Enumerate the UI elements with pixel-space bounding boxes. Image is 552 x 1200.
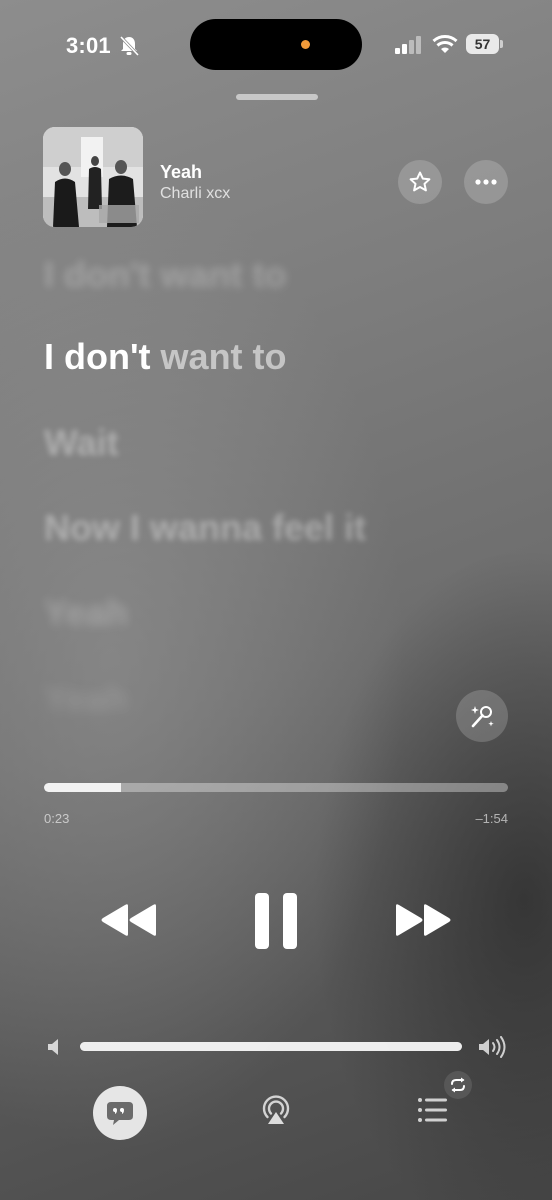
queue-list-icon[interactable] <box>417 1097 449 1123</box>
sing-along-button[interactable] <box>456 690 508 742</box>
more-options-button[interactable] <box>464 160 508 204</box>
lyric-line[interactable]: Yeah <box>44 592 128 634</box>
camera-indicator-dot <box>301 40 310 49</box>
lyric-line[interactable]: Now I wanna feel it <box>44 507 366 549</box>
track-title: Yeah <box>160 162 203 182</box>
lyric-current-unsung: want to <box>160 336 287 377</box>
dynamic-island <box>190 19 362 70</box>
bell-slash-icon <box>119 35 140 57</box>
lyric-line[interactable]: Wait <box>44 422 119 464</box>
rewind-icon[interactable] <box>100 902 158 938</box>
fast-forward-icon[interactable] <box>394 902 452 938</box>
elapsed-time: 0:23 <box>44 811 70 826</box>
lyric-line-current[interactable]: I don't want to <box>44 336 287 378</box>
remaining-time: –1:54 <box>475 811 508 826</box>
track-artist[interactable]: Charli xcx <box>160 185 230 203</box>
repeat-icon <box>451 1077 465 1093</box>
wifi-icon <box>432 35 458 53</box>
volume-slider[interactable] <box>80 1042 462 1051</box>
volume-low-icon <box>48 1039 58 1055</box>
album-artwork[interactable] <box>43 127 143 227</box>
microphone-sparkle-icon <box>471 706 494 728</box>
playback-scrubber[interactable] <box>44 783 508 792</box>
sheet-grabber[interactable] <box>236 94 318 100</box>
battery-icon: 57 <box>466 34 504 54</box>
airplay-icon[interactable] <box>259 1093 293 1127</box>
star-icon <box>409 171 431 192</box>
cellular-signal-icon <box>395 36 421 54</box>
lyric-line[interactable]: Yeah <box>44 678 128 720</box>
lyric-current-sung: I don't <box>44 336 151 377</box>
lyric-line-previous[interactable]: I don't want to <box>44 254 287 296</box>
pause-icon[interactable] <box>253 893 299 949</box>
volume-level-fill <box>80 1042 462 1051</box>
quote-bubble-icon <box>107 1102 133 1125</box>
favorite-button[interactable] <box>398 160 442 204</box>
ellipsis-icon <box>475 179 497 185</box>
playback-progress-fill <box>44 783 122 792</box>
repeat-indicator <box>444 1071 472 1099</box>
battery-level: 57 <box>466 34 499 54</box>
status-time: 3:01 <box>66 33 111 58</box>
lyrics-toggle-button[interactable] <box>93 1086 147 1140</box>
volume-high-icon <box>479 1036 506 1058</box>
